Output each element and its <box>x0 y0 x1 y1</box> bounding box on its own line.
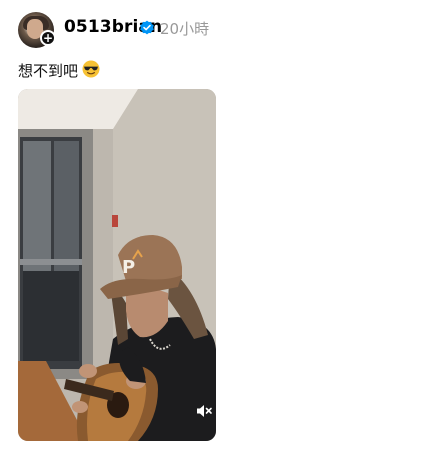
face-with-sunglasses-emoji <box>82 60 100 78</box>
speaker-muted-icon <box>197 405 212 417</box>
cap-logo: P <box>122 257 135 278</box>
threads-post: + 0513brian 20小時 想不到吧 P <box>0 0 434 450</box>
post-video[interactable]: P <box>18 89 216 441</box>
verified-badge-icon <box>140 20 154 35</box>
post-caption: 想不到吧 <box>18 62 79 80</box>
post-timestamp: 20小時 <box>160 20 210 38</box>
follow-plus-icon[interactable]: + <box>40 30 56 46</box>
video-frame: P <box>18 89 216 441</box>
mute-toggle-button[interactable] <box>195 402 216 424</box>
